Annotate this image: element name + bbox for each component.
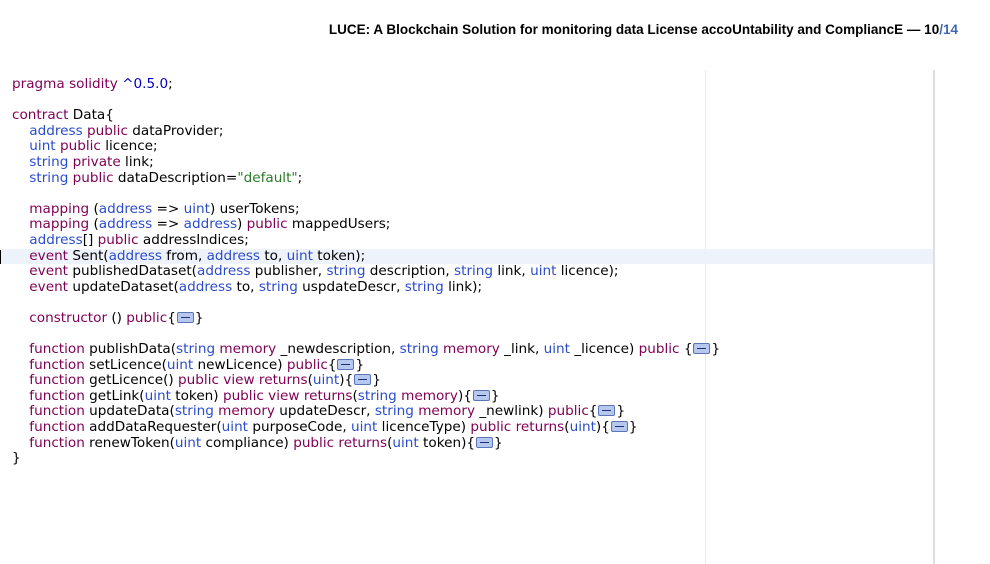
code-line-text: function addDataRequester(uint purposeCo… <box>29 419 610 436</box>
code-line[interactable]: function renewToken(uint compliance) pub… <box>12 434 933 452</box>
code-line-suffix: } <box>355 356 365 373</box>
code-line[interactable]: pragma solidity ^0.5.0; <box>12 76 933 93</box>
code-line-suffix: } <box>372 372 381 389</box>
code-line[interactable] <box>12 295 933 311</box>
code-line[interactable]: string private link; <box>12 153 933 171</box>
code-line-text: function setLicence(uint newLicence) pub… <box>29 356 337 373</box>
code-line[interactable]: address public dataProvider; <box>12 122 933 140</box>
code-line[interactable]: event publishedDataset(address publisher… <box>12 263 933 280</box>
code-line[interactable] <box>12 93 933 109</box>
code-line-suffix: } <box>711 341 721 358</box>
fold-collapse-icon[interactable] <box>693 343 711 355</box>
code-line[interactable]: event updateDataset(address to, string u… <box>12 278 933 296</box>
code-line[interactable]: mapping (address => address) public mapp… <box>12 217 933 233</box>
code-line-text: function getLink(uint token) public view… <box>29 387 472 404</box>
header-page-total: 14 <box>942 22 958 37</box>
code-line[interactable]: mapping (address => uint) userTokens; <box>12 200 933 218</box>
code-line-text: constructor () public{ <box>29 309 176 326</box>
code-line[interactable]: contract Data{ <box>12 107 933 124</box>
code-editor[interactable]: pragma solidity ^0.5.0; contract Data{ ad… <box>0 70 935 564</box>
code-line-text: pragma solidity ^0.5.0; <box>12 76 173 92</box>
code-line[interactable] <box>12 327 933 343</box>
code-line-text: string private link; <box>29 153 154 170</box>
code-line-text: uint public licence; <box>29 138 158 155</box>
code-line-text: event updateDataset(address to, string u… <box>29 278 483 295</box>
code-line[interactable]: uint public licence; <box>12 139 933 155</box>
code-line-suffix: } <box>616 403 626 420</box>
code-line[interactable]: } <box>12 450 933 467</box>
code-line-text: function getLicence() public view return… <box>29 372 354 389</box>
code-line[interactable]: function getLink(uint token) public view… <box>12 387 933 405</box>
code-line-text: mapping (address => address) public mapp… <box>29 216 391 233</box>
code-line-suffix: } <box>194 309 204 326</box>
code-line-text: address public dataProvider; <box>29 122 224 139</box>
code-line[interactable]: function addDataRequester(uint purposeCo… <box>12 419 933 436</box>
code-line[interactable]: constructor () public{} <box>12 309 933 327</box>
code-line-text: mapping (address => uint) userTokens; <box>29 200 300 217</box>
code-line-suffix: } <box>494 434 503 451</box>
code-line[interactable]: string public dataDescription="default"; <box>12 169 933 187</box>
code-line[interactable] <box>12 186 933 202</box>
fold-collapse-icon[interactable] <box>598 405 616 417</box>
code-line-text: } <box>12 450 21 467</box>
code-line-text: function publishData(string memory _newd… <box>29 341 693 358</box>
code-line[interactable]: function setLicence(uint newLicence) pub… <box>12 356 933 374</box>
header-title: LUCE: A Blockchain Solution for monitori… <box>328 22 940 37</box>
fold-collapse-icon[interactable] <box>354 374 372 386</box>
fold-collapse-icon[interactable] <box>337 358 355 370</box>
code-line[interactable]: function publishData(string memory _newd… <box>12 341 933 358</box>
code-line-text: function updateData(string memory update… <box>29 403 598 420</box>
code-line-suffix: } <box>628 419 638 436</box>
code-line-text: string public dataDescription="default"; <box>29 169 303 186</box>
code-line-text: function renewToken(uint compliance) pub… <box>29 434 476 451</box>
page-header: LUCE: A Blockchain Solution for monitori… <box>329 22 958 37</box>
code-line[interactable]: function getLicence() public view return… <box>12 372 933 389</box>
code-line-text: event Sent(address from, address to, uin… <box>29 247 366 264</box>
code-line-text: contract Data{ <box>12 107 114 124</box>
fold-collapse-icon[interactable] <box>176 311 194 323</box>
code-line-text: event publishedDataset(address publisher… <box>29 263 619 280</box>
code-line[interactable]: event Sent(address from, address to, uin… <box>0 247 933 265</box>
code-line-text: address[] public addressIndices; <box>29 231 249 248</box>
text-cursor <box>0 249 1 264</box>
code-area[interactable]: pragma solidity ^0.5.0; contract Data{ ad… <box>0 76 933 467</box>
fold-collapse-icon[interactable] <box>610 421 628 433</box>
code-line-suffix: } <box>490 387 500 404</box>
code-line[interactable]: address[] public addressIndices; <box>12 231 933 249</box>
fold-collapse-icon[interactable] <box>472 389 490 401</box>
fold-collapse-icon[interactable] <box>476 436 494 448</box>
code-line[interactable]: function updateData(string memory update… <box>12 404 933 420</box>
